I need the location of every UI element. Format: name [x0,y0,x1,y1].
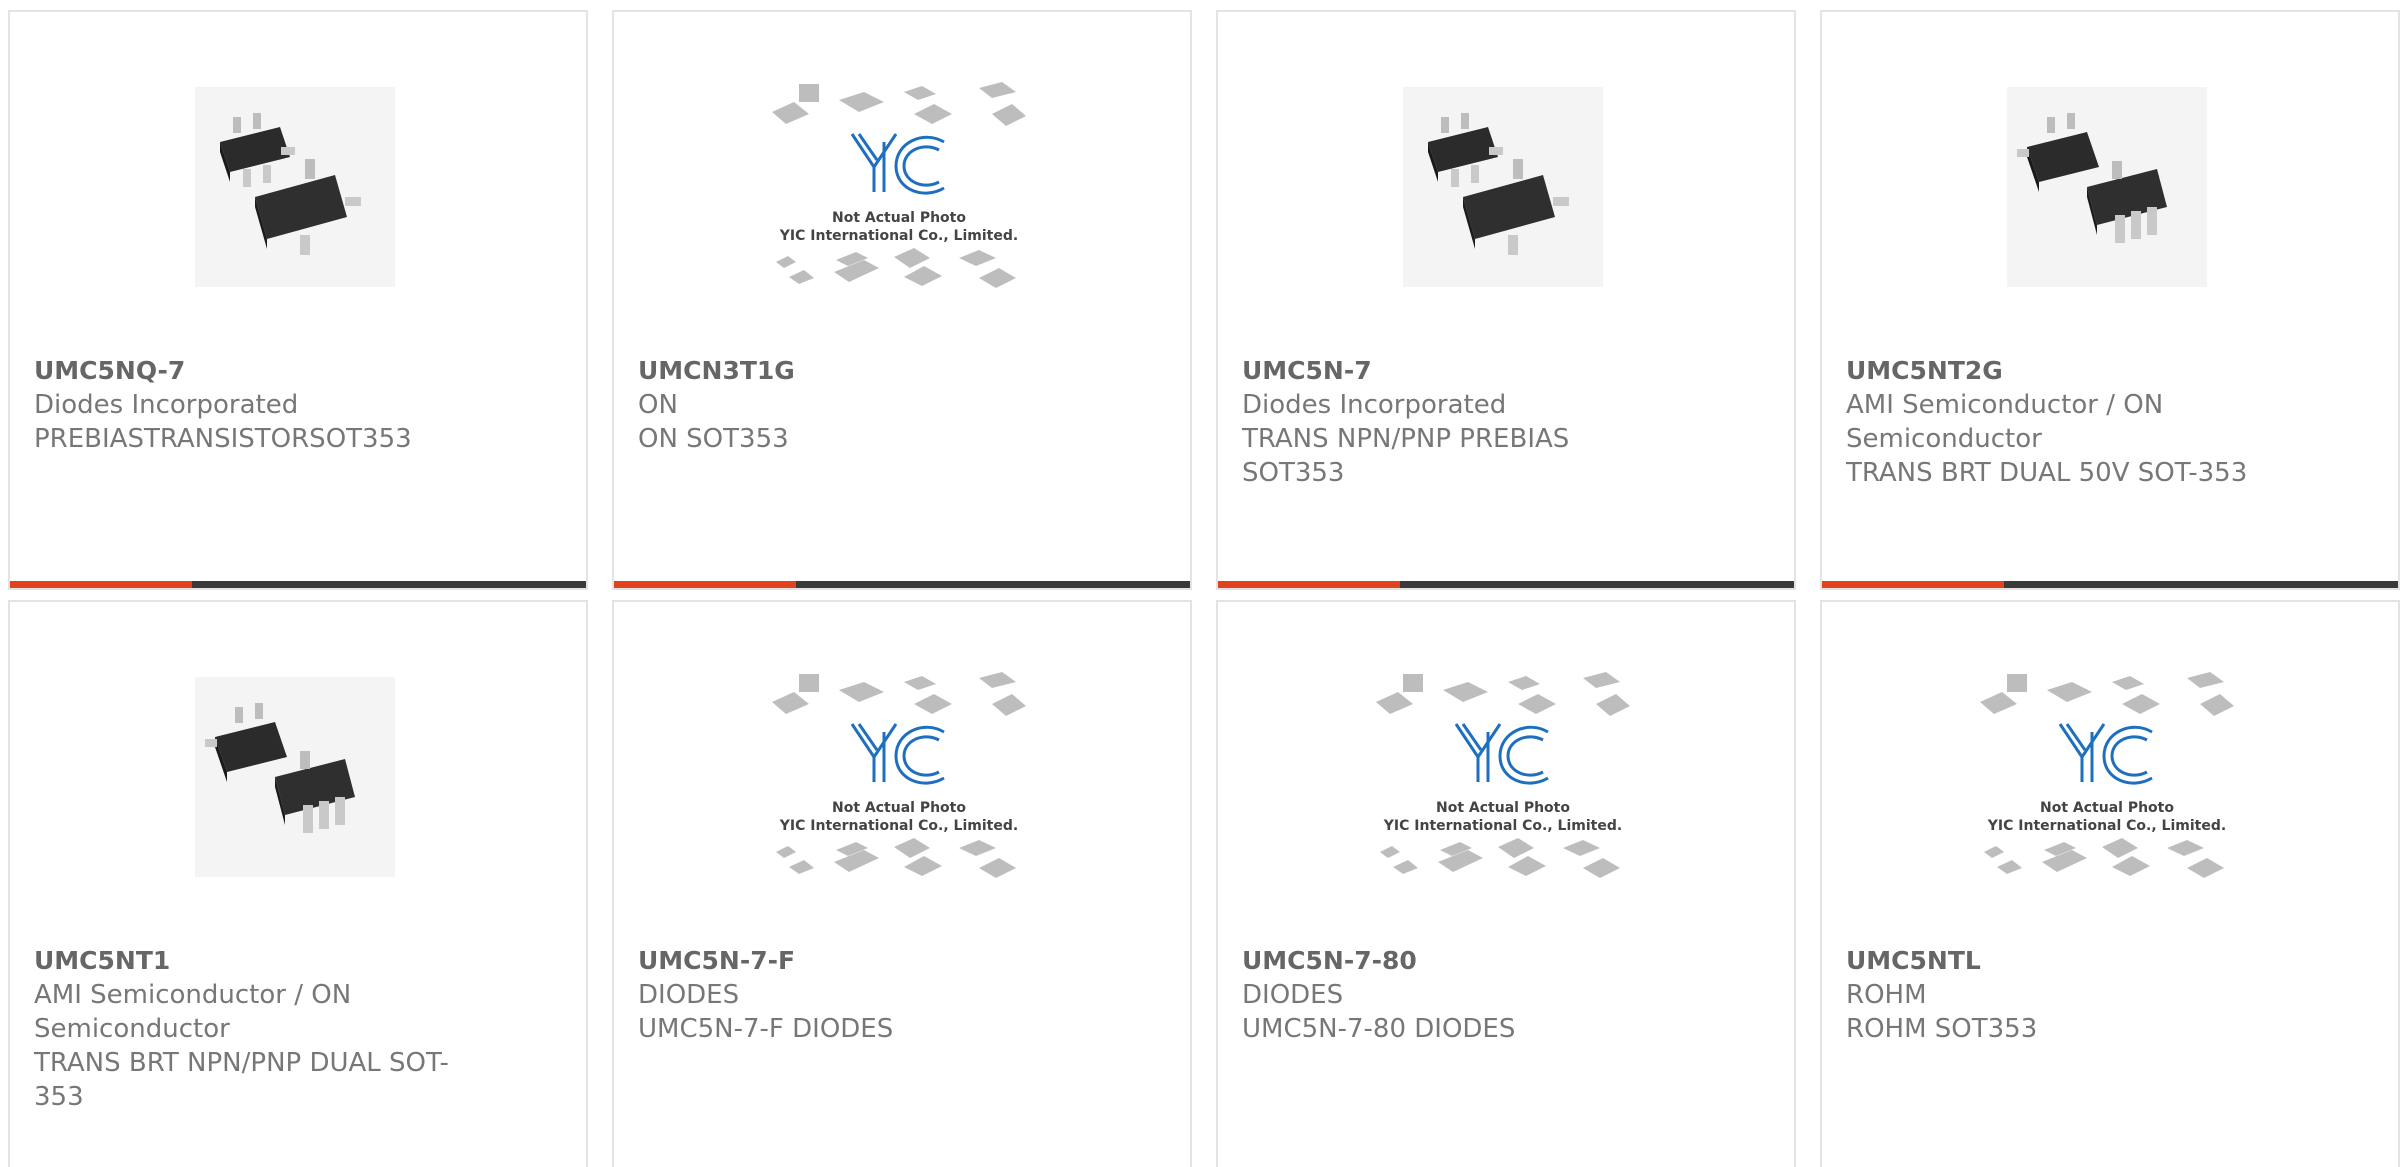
manufacturer: Diodes Incorporated [1242,390,1507,420]
card-accent-bar [614,581,796,588]
chip-photo-icon [2007,87,2207,287]
card-bottom-bar [1218,581,1794,588]
yic-placeholder-icon: Not Actual Photo YIC International Co., … [772,672,1026,878]
yic-placeholder-icon: Not Actual Photo YIC International Co., … [1980,672,2234,878]
part-number[interactable]: UMC5NTL [1846,944,2296,978]
product-card[interactable]: UMC5NQ-7 Diodes Incorporated PREBIASTRAN… [8,10,588,590]
product-image[interactable] [160,72,430,302]
product-info: UMC5N-7-80 DIODES UMC5N-7-80 DIODES [1242,944,1692,1046]
description: ROHM SOT353 [1846,1014,2038,1044]
product-image[interactable]: Not Actual Photo YIC International Co., … [764,662,1034,892]
placeholder-line2: YIC International Co., Limited. [779,818,1018,834]
placeholder-line2: YIC International Co., Limited. [1383,818,1622,834]
product-card[interactable]: Not Actual Photo YIC International Co., … [612,10,1192,590]
part-number[interactable]: UMC5N-7-F [638,944,1088,978]
product-info: UMCN3T1G ON ON SOT353 [638,354,1088,456]
card-accent-bar [10,581,192,588]
chip-photo-icon [195,677,395,877]
placeholder-line2: YIC International Co., Limited. [1987,818,2226,834]
part-number[interactable]: UMC5NQ-7 [34,354,484,388]
product-card[interactable]: UMC5NT1 AMI Semiconductor / ON Semicondu… [8,600,588,1167]
description: TRANS BRT NPN/PNP DUAL SOT-353 [34,1048,449,1112]
manufacturer: Diodes Incorporated [34,390,299,420]
manufacturer: DIODES [1242,980,1344,1010]
placeholder-line1: Not Actual Photo [1436,800,1570,816]
product-image[interactable]: Not Actual Photo YIC International Co., … [764,72,1034,302]
description: TRANS BRT DUAL 50V SOT-353 [1846,458,2248,488]
card-accent-bar [1822,581,2004,588]
product-card[interactable]: Not Actual Photo YIC International Co., … [1216,600,1796,1167]
product-info: UMC5NQ-7 Diodes Incorporated PREBIASTRAN… [34,354,484,456]
manufacturer: DIODES [638,980,740,1010]
card-accent-bar [1218,581,1400,588]
chip-photo-icon [195,87,395,287]
part-number[interactable]: UMC5NT2G [1846,354,2296,388]
product-info: UMC5NTL ROHM ROHM SOT353 [1846,944,2296,1046]
manufacturer: ON [638,390,678,420]
yic-placeholder-icon: Not Actual Photo YIC International Co., … [1376,672,1630,878]
placeholder-line1: Not Actual Photo [2040,800,2174,816]
description: PREBIASTRANSISTORSOT353 [34,424,412,454]
part-number[interactable]: UMC5N-7-80 [1242,944,1692,978]
description: UMC5N-7-80 DIODES [1242,1014,1516,1044]
product-info: UMC5NT2G AMI Semiconductor / ON Semicond… [1846,354,2296,490]
product-image[interactable]: Not Actual Photo YIC International Co., … [1368,662,1638,892]
product-image[interactable] [160,662,430,892]
product-card[interactable]: Not Actual Photo YIC International Co., … [612,600,1192,1167]
product-image[interactable] [1972,72,2242,302]
yic-placeholder-icon: Not Actual Photo YIC International Co., … [772,82,1026,288]
part-number[interactable]: UMCN3T1G [638,354,1088,388]
card-bottom-bar [1822,581,2398,588]
product-grid: UMC5NQ-7 Diodes Incorporated PREBIASTRAN… [0,0,2400,1167]
description: ON SOT353 [638,424,789,454]
product-card[interactable]: UMC5N-7 Diodes Incorporated TRANS NPN/PN… [1216,10,1796,590]
card-bottom-bar [614,581,1190,588]
card-bottom-bar [10,581,586,588]
part-number[interactable]: UMC5N-7 [1242,354,1692,388]
product-info: UMC5N-7 Diodes Incorporated TRANS NPN/PN… [1242,354,1692,490]
placeholder-line1: Not Actual Photo [832,210,966,226]
placeholder-line1: Not Actual Photo [832,800,966,816]
manufacturer: AMI Semiconductor / ON Semiconductor [34,980,352,1044]
placeholder-line2: YIC International Co., Limited. [779,228,1018,244]
product-card[interactable]: UMC5NT2G AMI Semiconductor / ON Semicond… [1820,10,2400,590]
product-info: UMC5NT1 AMI Semiconductor / ON Semicondu… [34,944,484,1114]
description: TRANS NPN/PNP PREBIAS SOT353 [1242,424,1570,488]
product-image[interactable]: Not Actual Photo YIC International Co., … [1972,662,2242,892]
chip-photo-icon [1403,87,1603,287]
part-number[interactable]: UMC5NT1 [34,944,484,978]
product-card[interactable]: Not Actual Photo YIC International Co., … [1820,600,2400,1167]
manufacturer: AMI Semiconductor / ON Semiconductor [1846,390,2164,454]
product-info: UMC5N-7-F DIODES UMC5N-7-F DIODES [638,944,1088,1046]
product-image[interactable] [1368,72,1638,302]
manufacturer: ROHM [1846,980,1927,1010]
description: UMC5N-7-F DIODES [638,1014,894,1044]
